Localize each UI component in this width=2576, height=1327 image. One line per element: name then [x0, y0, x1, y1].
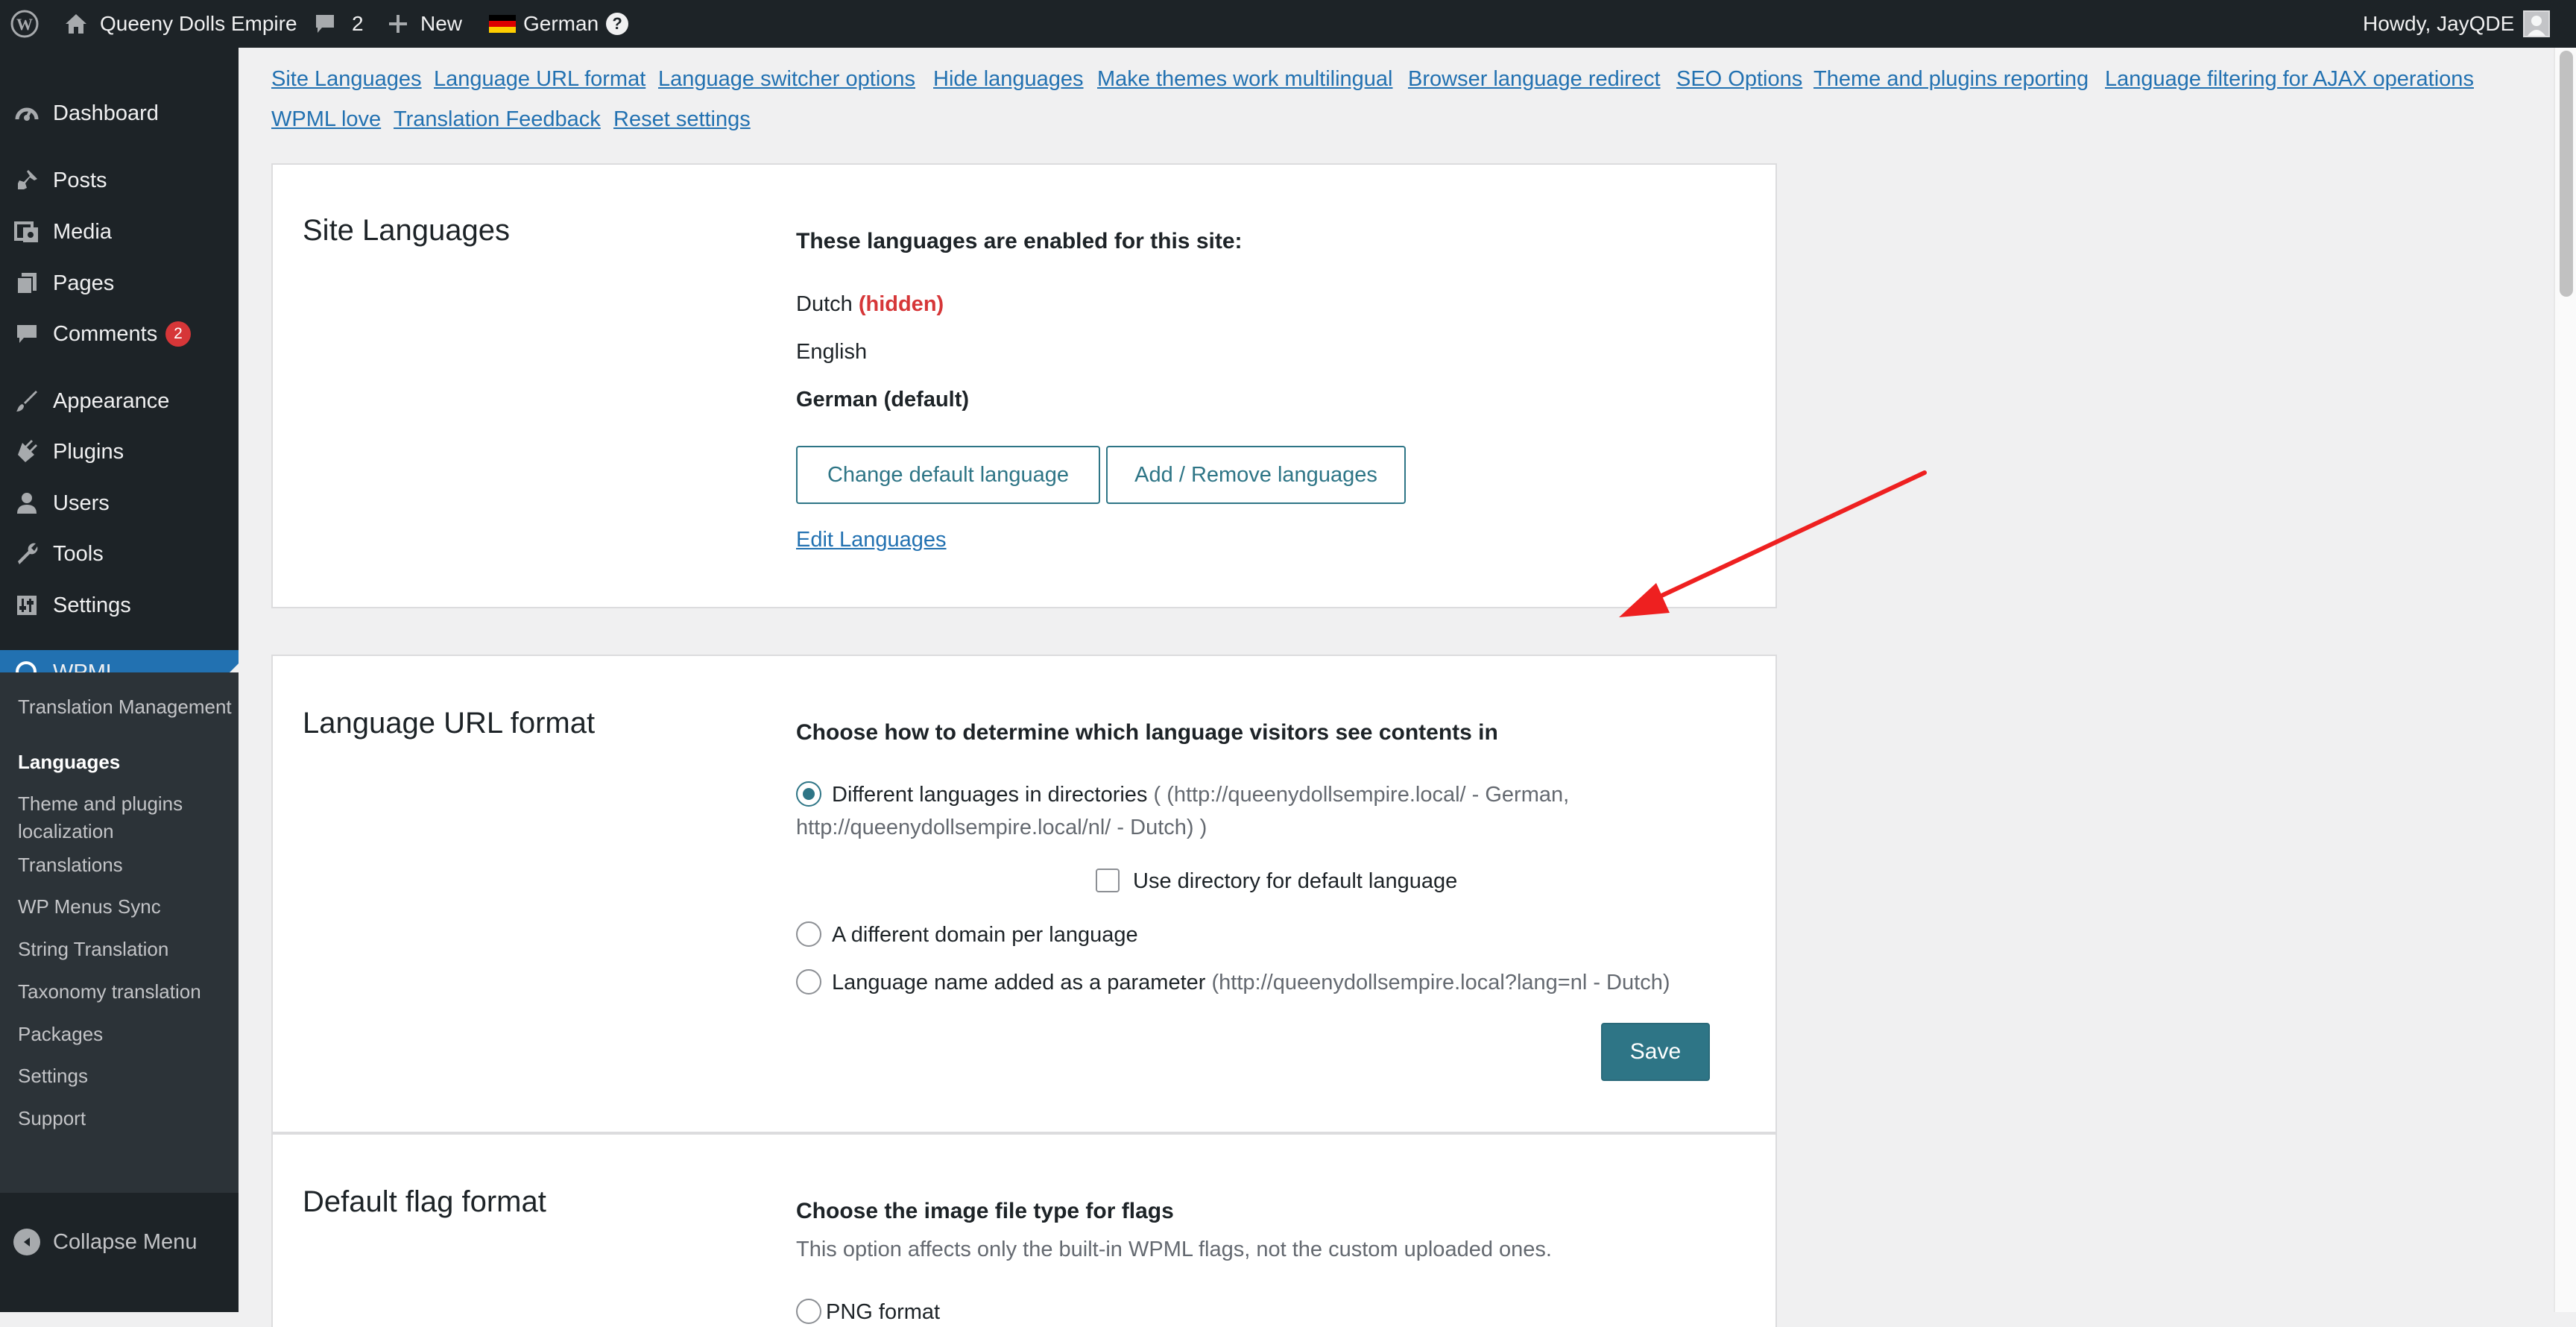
annotation-arrow-icon — [1619, 470, 1927, 617]
page-scrollbar[interactable] — [2554, 48, 2576, 1312]
scrollbar-thumb[interactable] — [2560, 51, 2573, 297]
